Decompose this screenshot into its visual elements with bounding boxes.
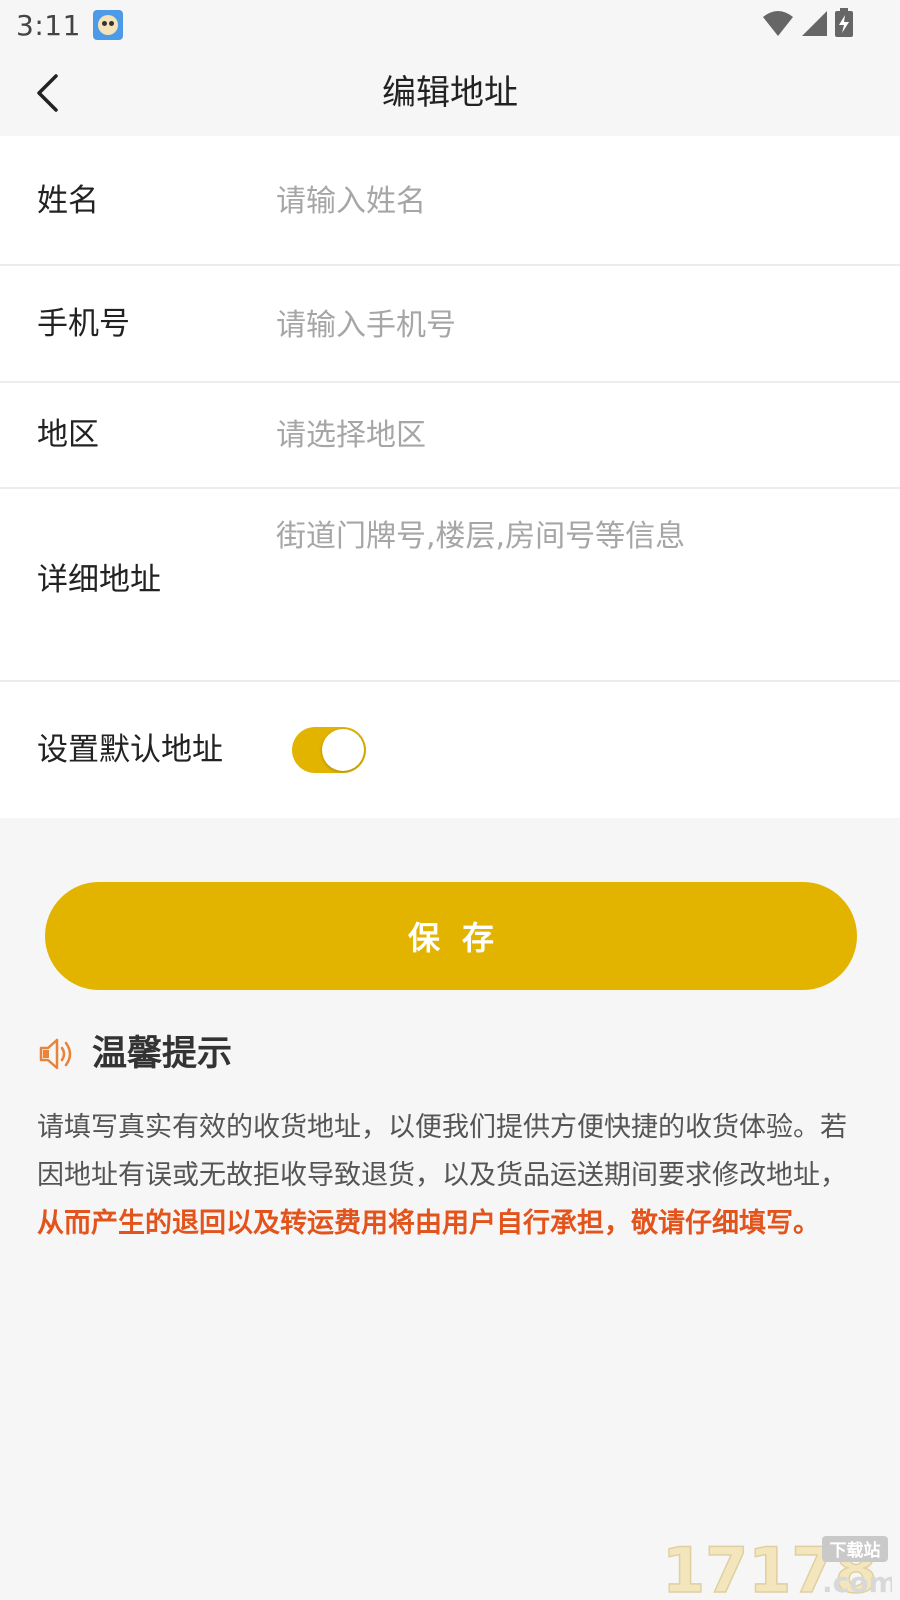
region-row[interactable]: 地区 bbox=[0, 383, 900, 489]
detail-address-textarea[interactable] bbox=[276, 517, 866, 627]
region-label: 地区 bbox=[37, 417, 99, 453]
tips-text-highlight: 从而产生的退回以及转运费用将由用户自行承担，敬请仔细填写。 bbox=[37, 1208, 820, 1239]
address-form: 姓名 手机号 地区 详细地址 设置默认地址 bbox=[0, 136, 900, 818]
speaker-icon bbox=[39, 1038, 72, 1070]
battery-charging-icon bbox=[835, 8, 853, 37]
default-address-toggle[interactable] bbox=[292, 727, 366, 773]
region-select[interactable] bbox=[276, 413, 866, 457]
watermark-logo: 17178 下载站 .com bbox=[662, 1533, 892, 1596]
phone-input[interactable] bbox=[276, 303, 866, 347]
phone-row: 手机号 bbox=[0, 266, 900, 383]
name-input[interactable] bbox=[276, 179, 866, 223]
status-time: 3:11 bbox=[16, 8, 81, 42]
app-notification-icon bbox=[92, 10, 123, 40]
detail-address-label: 详细地址 bbox=[37, 562, 161, 598]
default-address-row: 设置默认地址 bbox=[0, 682, 900, 818]
name-row: 姓名 bbox=[0, 136, 900, 266]
wifi-icon bbox=[763, 11, 793, 36]
phone-label: 手机号 bbox=[37, 306, 130, 342]
tips-title: 温馨提示 bbox=[92, 1034, 233, 1074]
watermark-suffix: .com bbox=[822, 1566, 892, 1596]
cellular-signal-icon bbox=[802, 11, 827, 36]
toggle-knob bbox=[322, 729, 364, 771]
tips-header: 温馨提示 bbox=[38, 1030, 232, 1078]
page-title: 编辑地址 bbox=[382, 73, 518, 113]
tips-text: 请填写真实有效的收货地址，以便我们提供方便快捷的收货体验。若因地址有误或无故拒收… bbox=[37, 1104, 863, 1248]
save-button[interactable]: 保存 bbox=[45, 882, 857, 990]
status-indicators bbox=[762, 8, 854, 38]
name-label: 姓名 bbox=[37, 183, 99, 219]
default-address-label: 设置默认地址 bbox=[37, 732, 223, 768]
status-bar: 3:11 bbox=[0, 0, 900, 50]
tips-text-normal: 请填写真实有效的收货地址，以便我们提供方便快捷的收货体验。若因地址有误或无故拒收… bbox=[37, 1112, 847, 1191]
header-bar: 编辑地址 bbox=[0, 50, 900, 136]
detail-address-row: 详细地址 bbox=[0, 489, 900, 682]
watermark-badge: 下载站 bbox=[830, 1540, 881, 1561]
